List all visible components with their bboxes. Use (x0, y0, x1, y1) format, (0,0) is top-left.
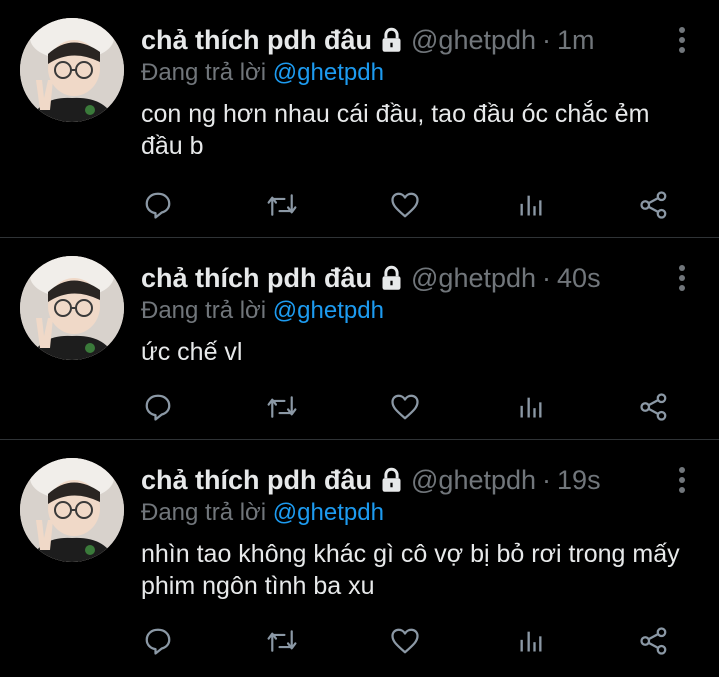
reply-prefix: Đang trả lời (141, 499, 267, 526)
reply-icon[interactable] (141, 188, 175, 222)
reply-context: Đang trả lời @ghetpdh (141, 59, 384, 87)
tweet-2[interactable]: chả thích pdh đâu @ghetpdh · 40s Đang tr… (0, 238, 719, 440)
avatar[interactable] (20, 18, 124, 122)
like-icon[interactable] (388, 188, 422, 222)
like-icon[interactable] (388, 624, 422, 658)
reply-to-handle[interactable]: @ghetpdh (273, 297, 384, 324)
more-icon[interactable] (677, 26, 687, 54)
share-icon[interactable] (637, 624, 671, 658)
lock-icon (378, 27, 405, 54)
tweet-actions (141, 390, 681, 424)
reply-prefix: Đang trả lời (141, 59, 267, 86)
tweet-actions (141, 188, 681, 222)
tweet-text: ức chế vl (141, 338, 243, 366)
lock-icon (378, 265, 405, 292)
display-name[interactable]: chả thích pdh đâu (141, 25, 372, 56)
lock-icon (378, 467, 405, 494)
handle[interactable]: @ghetpdh (411, 263, 536, 294)
avatar[interactable] (20, 458, 124, 562)
timestamp[interactable]: 1m (557, 25, 595, 56)
display-name[interactable]: chả thích pdh đâu (141, 263, 372, 294)
separator: · (542, 262, 552, 293)
handle[interactable]: @ghetpdh (411, 465, 536, 496)
reply-context: Đang trả lời @ghetpdh (141, 499, 384, 527)
tweet-1[interactable]: chả thích pdh đâu @ghetpdh · 1m Đang trả… (0, 0, 719, 238)
tweet-actions (141, 624, 681, 658)
tweet-text: con ng hơn nhau cái đầu, tao đầu óc chắc… (141, 100, 650, 160)
reply-prefix: Đang trả lời (141, 297, 267, 324)
reply-to-handle[interactable]: @ghetpdh (273, 59, 384, 86)
avatar[interactable] (20, 256, 124, 360)
reply-icon[interactable] (141, 624, 175, 658)
reply-to-handle[interactable]: @ghetpdh (273, 499, 384, 526)
more-icon[interactable] (677, 466, 687, 494)
separator: · (542, 24, 552, 55)
display-name[interactable]: chả thích pdh đâu (141, 465, 372, 496)
tweet-3[interactable]: chả thích pdh đâu @ghetpdh · 19s Đang tr… (0, 440, 719, 677)
timestamp[interactable]: 19s (557, 465, 601, 496)
more-icon[interactable] (677, 264, 687, 292)
tweet-header: chả thích pdh đâu @ghetpdh · 19s (141, 462, 601, 498)
stats-icon[interactable] (514, 624, 548, 658)
avatar-photo (20, 256, 124, 360)
reply-icon[interactable] (141, 390, 175, 424)
like-icon[interactable] (388, 390, 422, 424)
handle[interactable]: @ghetpdh (411, 25, 536, 56)
timestamp[interactable]: 40s (557, 263, 601, 294)
share-icon[interactable] (637, 188, 671, 222)
reply-context: Đang trả lời @ghetpdh (141, 297, 384, 325)
avatar-photo (20, 18, 124, 122)
retweet-icon[interactable] (265, 390, 299, 424)
share-icon[interactable] (637, 390, 671, 424)
separator: · (542, 464, 552, 495)
retweet-icon[interactable] (265, 188, 299, 222)
stats-icon[interactable] (514, 188, 548, 222)
tweet-header: chả thích pdh đâu @ghetpdh · 1m (141, 22, 595, 58)
stats-icon[interactable] (514, 390, 548, 424)
retweet-icon[interactable] (265, 624, 299, 658)
tweet-header: chả thích pdh đâu @ghetpdh · 40s (141, 260, 601, 296)
avatar-photo (20, 458, 124, 562)
tweet-text: nhìn tao không khác gì cô vợ bị bỏ rơi t… (141, 540, 680, 600)
